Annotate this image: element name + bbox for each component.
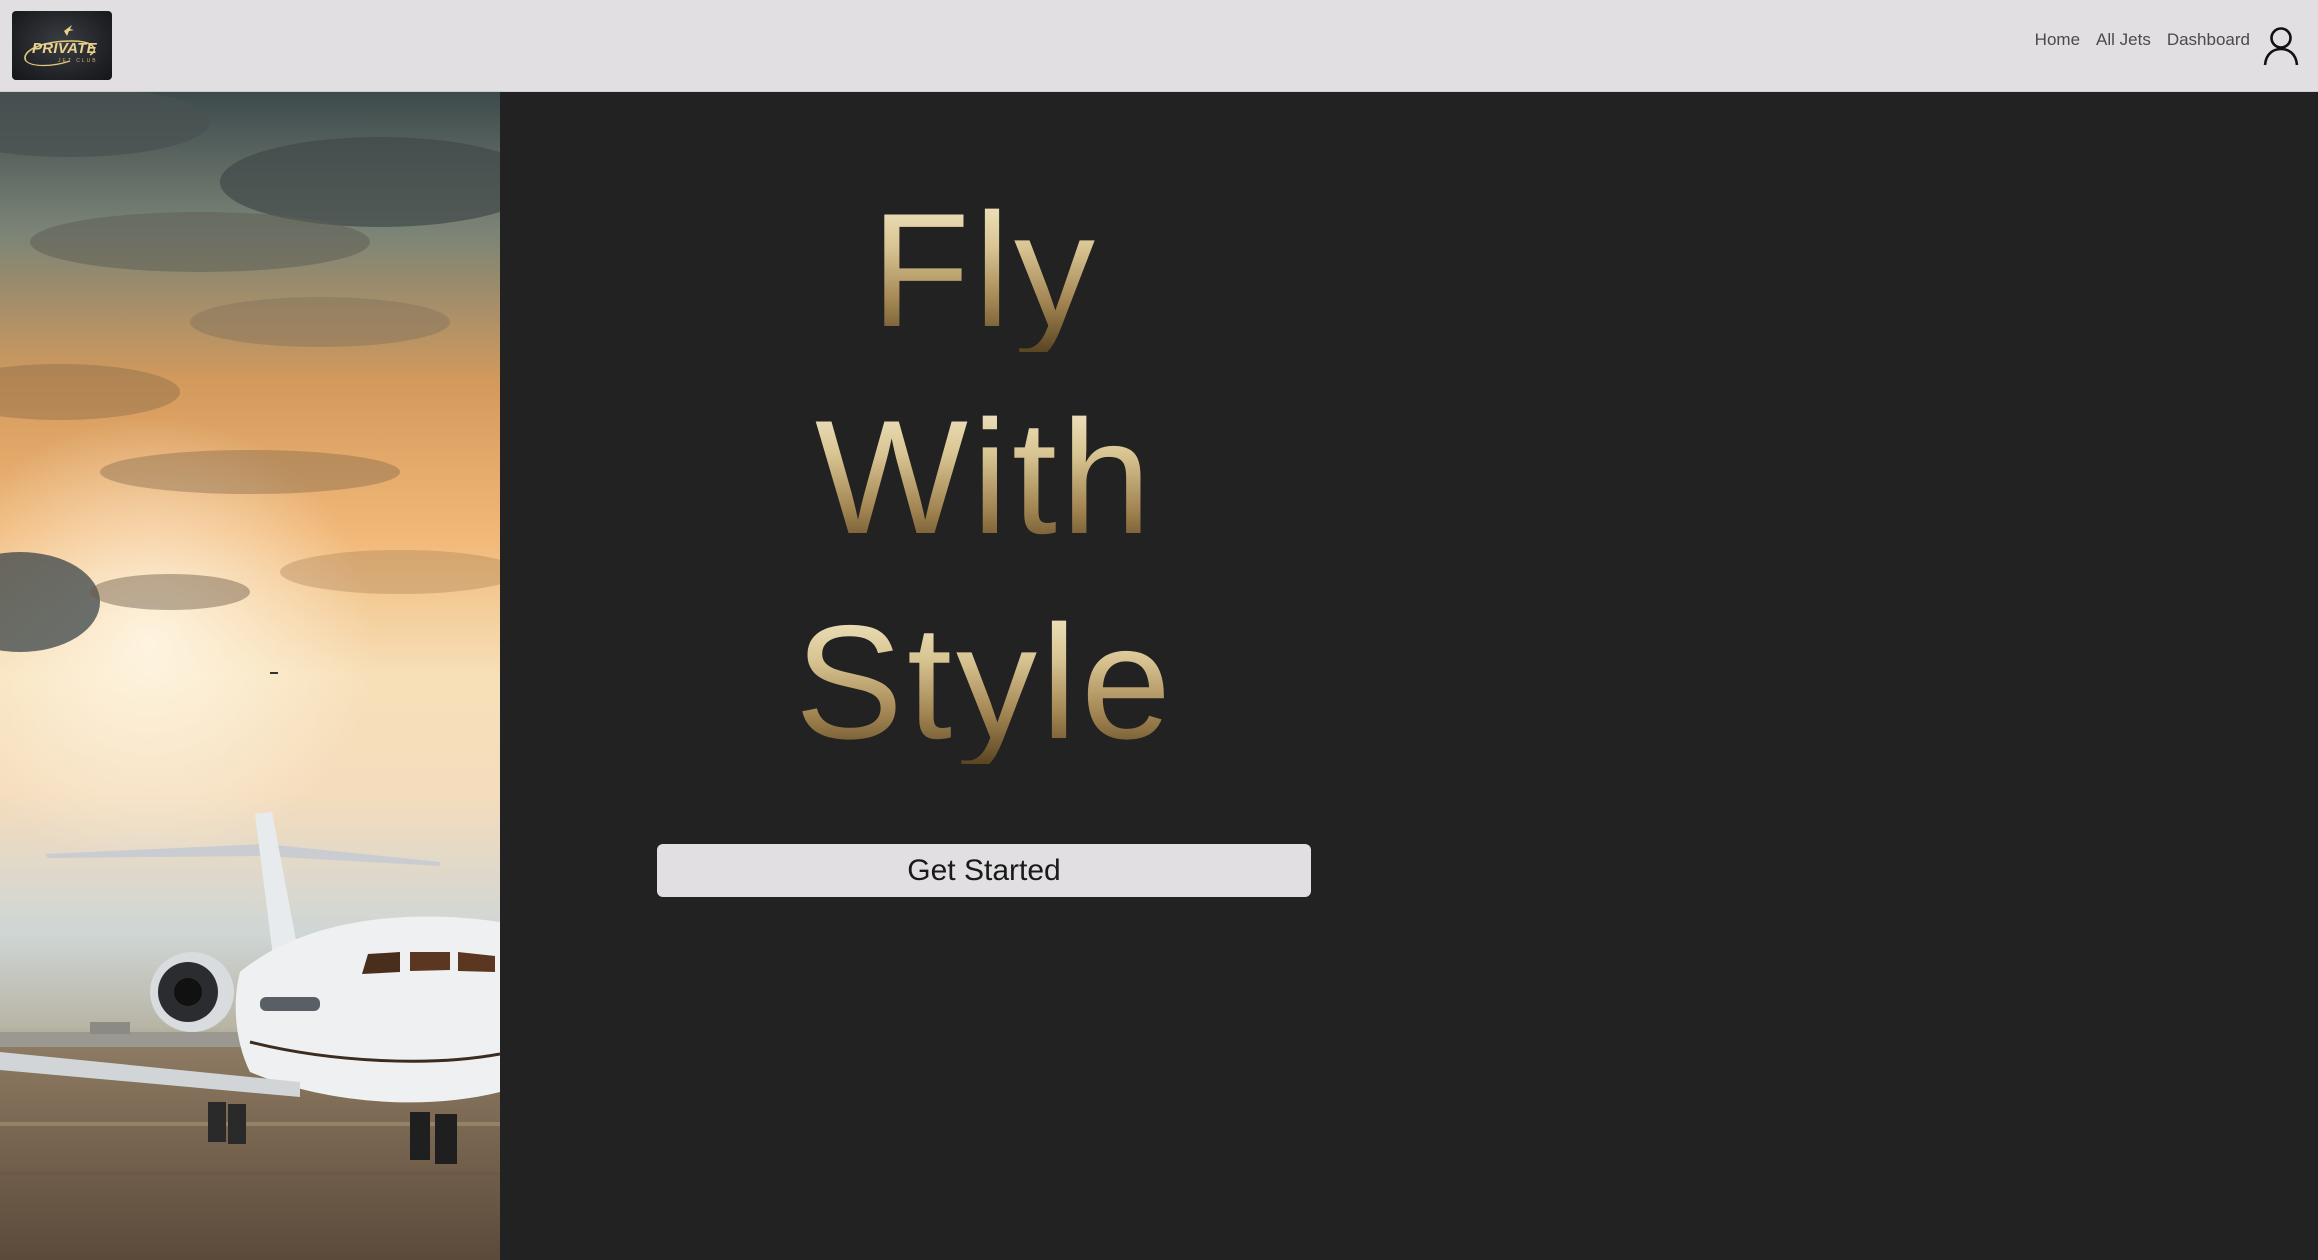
nav-link-all-jets[interactable]: All Jets (2096, 30, 2151, 50)
get-started-button[interactable]: Get Started (657, 844, 1311, 897)
main-nav: Home All Jets Dashboard (2035, 30, 2250, 50)
nav-link-dashboard[interactable]: Dashboard (2167, 30, 2250, 50)
headline-line-2: With (500, 397, 1470, 559)
hero-section: Fly With Style Get Started (500, 92, 2318, 1260)
private-jet-sunset-photo (0, 92, 500, 1260)
nav-link-home[interactable]: Home (2035, 30, 2080, 50)
headline-line-3: Style (500, 602, 1470, 764)
logo-text: PRIVATE (32, 40, 97, 57)
brand-logo[interactable]: PRIVATE JET CLUB (12, 11, 112, 80)
user-account-icon[interactable] (2262, 26, 2300, 66)
logo-subtext: JET CLUB (58, 58, 98, 64)
headline-line-1: Fly (500, 190, 1470, 352)
top-navbar: PRIVATE JET CLUB Home All Jets Dashboard (0, 0, 2318, 92)
